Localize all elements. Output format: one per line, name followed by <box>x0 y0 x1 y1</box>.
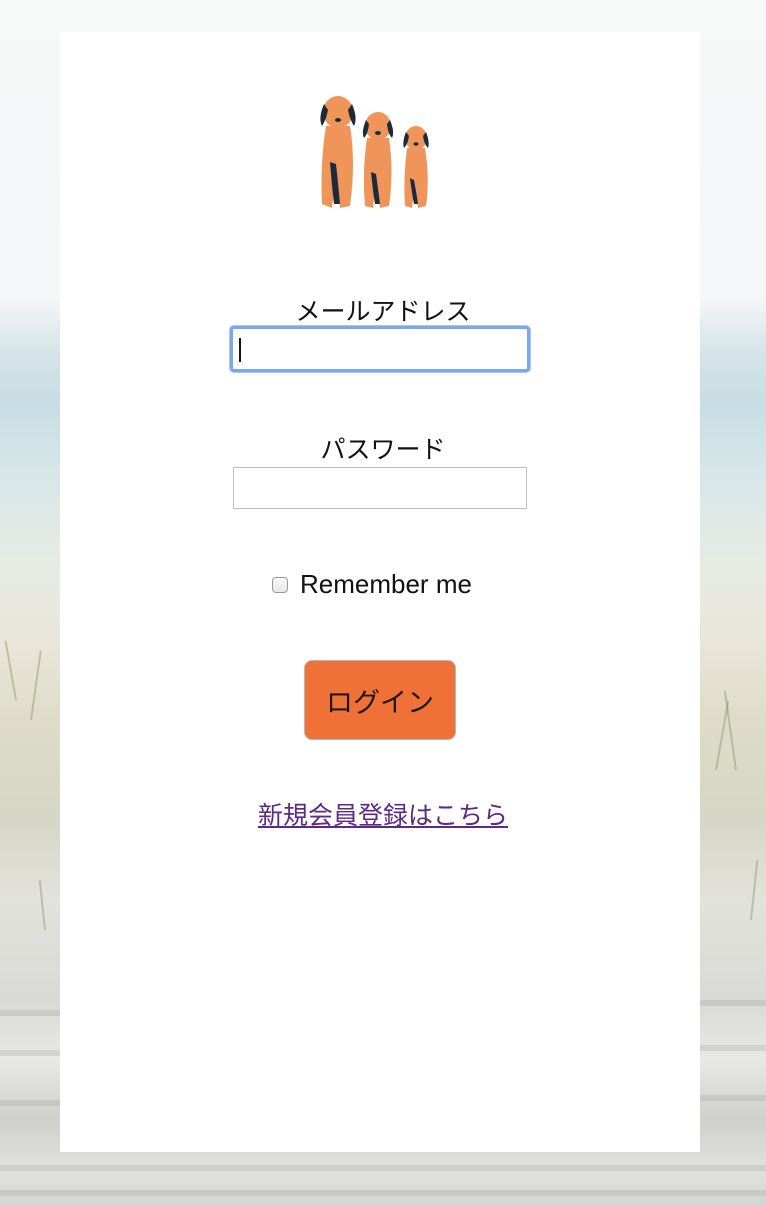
text-caret <box>239 338 241 362</box>
email-field[interactable] <box>230 326 530 372</box>
three-dogs-icon <box>320 96 429 208</box>
login-button[interactable]: ログイン <box>304 660 456 740</box>
email-label: メールアドレス <box>295 297 471 326</box>
remember-me-checkbox[interactable] <box>272 576 288 593</box>
remember-me-label[interactable]: Remember me <box>300 569 472 600</box>
remember-me-row[interactable]: Remember me <box>272 569 472 600</box>
password-field[interactable] <box>233 467 527 509</box>
password-label: パスワード <box>320 435 446 464</box>
signup-link[interactable]: 新規会員登録はこちら <box>0 796 766 832</box>
